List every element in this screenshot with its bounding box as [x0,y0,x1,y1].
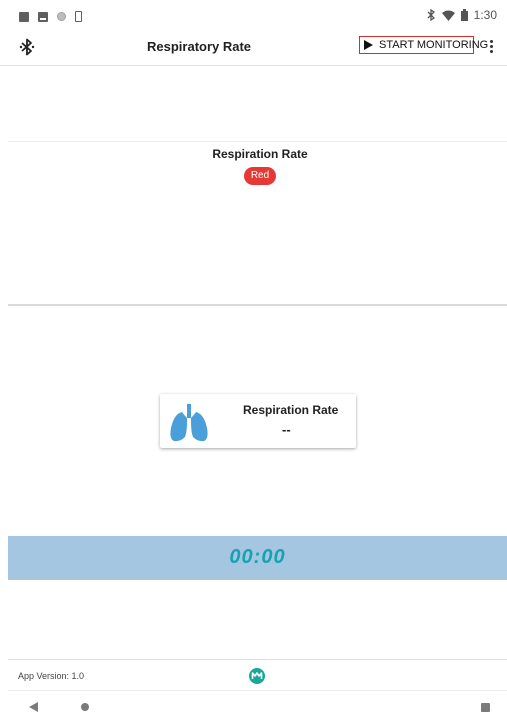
footer-divider [8,659,507,660]
image-notification-icon [38,11,48,22]
wifi-icon [441,10,455,21]
respiration-rate-title: Respiration Rate [212,147,308,161]
maxim-logo-icon [249,668,265,684]
page-title: Respiratory Rate [147,39,252,54]
start-monitoring-button[interactable]: START MONITORING [359,36,488,54]
phone-notification-icon [75,11,82,22]
system-icons: 1:30 [426,8,497,22]
recents-icon[interactable] [481,703,490,712]
card-label: Respiration Rate [243,403,339,417]
bluetooth-icon [427,9,435,21]
lungs-icon [170,404,208,442]
screen: 1:30 Respiratory Rate START MONITORING R… [0,0,507,716]
section-divider [8,304,507,306]
respiration-rate-card: Respiration Rate -- [160,394,356,448]
battery-icon [460,9,468,21]
app-bar: Respiratory Rate START MONITORING [0,32,507,66]
circle-notification-icon [57,12,66,21]
respiration-rate-value: -- [282,422,291,437]
timer-band: 00:00 [8,536,507,580]
bluetooth-icon[interactable] [19,38,35,56]
home-icon[interactable] [81,703,89,711]
elapsed-timer: 00:00 [229,546,286,568]
clock: 1:30 [473,8,497,22]
status-badge: Red [244,167,276,185]
app-version: App Version: 1.0 [18,671,85,681]
play-icon [364,40,373,50]
back-icon[interactable] [29,702,38,712]
start-monitoring-label: START MONITORING [379,39,489,51]
section-divider [8,141,507,142]
nav-divider [8,690,507,691]
overflow-menu-icon[interactable] [490,40,493,53]
status-bar: 1:30 [0,0,507,32]
notification-icons [19,11,82,22]
square-notification-icon [19,11,29,22]
